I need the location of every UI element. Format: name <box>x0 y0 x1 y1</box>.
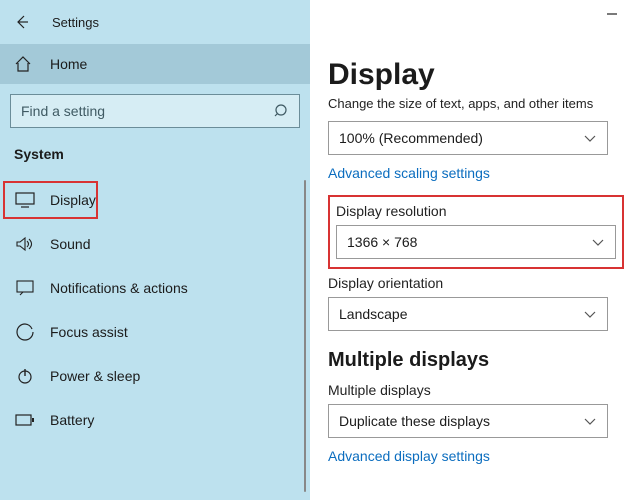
scale-dropdown[interactable]: 100% (Recommended) <box>328 121 608 155</box>
chevron-down-icon <box>583 131 597 145</box>
sidebar-item-notifications[interactable]: Notifications & actions <box>0 266 310 310</box>
resolution-label: Display resolution <box>336 203 616 219</box>
advanced-scaling-link[interactable]: Advanced scaling settings <box>328 165 490 181</box>
sidebar-item-battery[interactable]: Battery <box>0 398 310 442</box>
arrow-left-icon <box>14 14 30 30</box>
nav-list: Display Sound Notifications & actions Fo… <box>0 170 310 450</box>
home-icon <box>14 55 36 73</box>
sidebar-item-focus-assist[interactable]: Focus assist <box>0 310 310 354</box>
search-input[interactable] <box>10 94 300 128</box>
chevron-down-icon <box>583 414 597 428</box>
scale-value: 100% (Recommended) <box>339 130 483 146</box>
sidebar-item-sound[interactable]: Sound <box>0 222 310 266</box>
sidebar-item-display[interactable]: Display <box>0 178 310 222</box>
multiple-displays-label: Multiple displays <box>328 382 621 398</box>
sidebar-item-label: Battery <box>50 412 94 428</box>
resolution-value: 1366 × 768 <box>347 234 417 250</box>
sidebar-item-label: Power & sleep <box>50 368 140 384</box>
group-heading: System <box>0 132 310 170</box>
sidebar-item-label: Notifications & actions <box>50 280 188 296</box>
sidebar-item-label: Focus assist <box>50 324 128 340</box>
power-icon <box>14 367 36 385</box>
titlebar: Settings <box>0 0 310 44</box>
main-panel: Display Change the size of text, apps, a… <box>310 0 631 500</box>
chevron-down-icon <box>591 235 605 249</box>
orientation-dropdown[interactable]: Landscape <box>328 297 608 331</box>
sidebar-item-power-sleep[interactable]: Power & sleep <box>0 354 310 398</box>
notifications-icon <box>14 280 36 296</box>
battery-icon <box>14 414 36 426</box>
orientation-label: Display orientation <box>328 275 621 291</box>
window-title: Settings <box>52 15 99 30</box>
minimize-button[interactable] <box>601 4 623 24</box>
home-label: Home <box>50 56 87 72</box>
display-icon <box>14 192 36 208</box>
resolution-dropdown[interactable]: 1366 × 768 <box>336 225 616 259</box>
sidebar: Settings Home System Display <box>0 0 310 500</box>
sidebar-item-label: Sound <box>50 236 90 252</box>
page-title: Display <box>328 58 621 92</box>
advanced-display-link[interactable]: Advanced display settings <box>328 448 490 464</box>
multiple-displays-heading: Multiple displays <box>328 349 621 372</box>
minimize-icon <box>606 8 618 20</box>
multiple-displays-value: Duplicate these displays <box>339 413 490 429</box>
home-button[interactable]: Home <box>0 44 310 84</box>
sound-icon <box>14 236 36 252</box>
search-icon <box>273 102 291 120</box>
sidebar-item-label: Display <box>50 192 96 208</box>
multiple-displays-dropdown[interactable]: Duplicate these displays <box>328 404 608 438</box>
back-button[interactable] <box>10 10 34 34</box>
focus-assist-icon <box>14 323 36 341</box>
chevron-down-icon <box>583 307 597 321</box>
resolution-highlight: Display resolution 1366 × 768 <box>328 195 624 269</box>
scale-label: Change the size of text, apps, and other… <box>328 96 621 111</box>
search-field[interactable] <box>21 103 265 119</box>
orientation-value: Landscape <box>339 306 408 322</box>
scrollbar-indicator[interactable] <box>304 180 306 492</box>
